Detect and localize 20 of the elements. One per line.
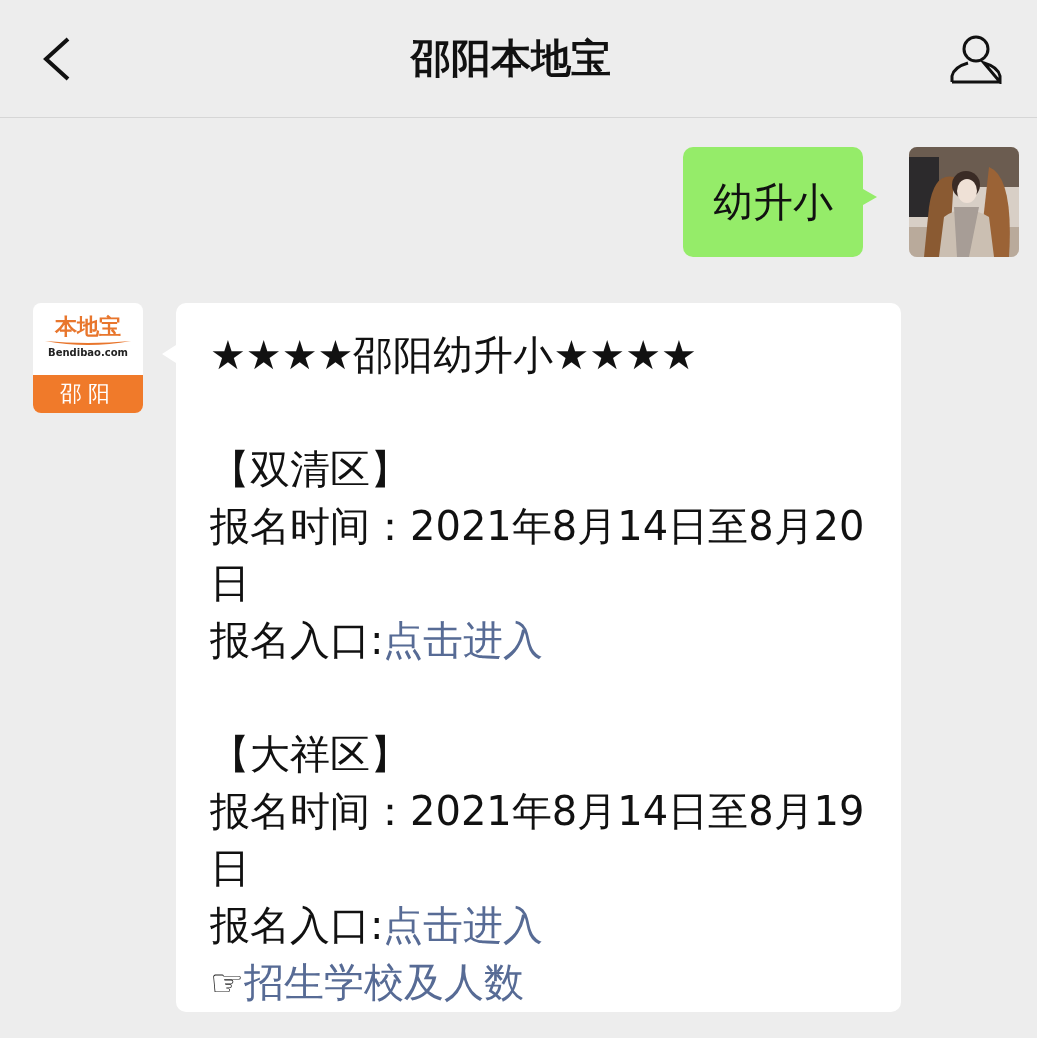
- entry-label: 报名入口:: [210, 617, 384, 663]
- bubble-tail: [863, 189, 877, 205]
- message-text: ★★★★邵阳幼升小★★★★: [210, 331, 698, 380]
- chat-title: 邵阳本地宝: [410, 34, 611, 83]
- entry-link[interactable]: 点击进入: [383, 902, 544, 948]
- info-link[interactable]: 招生学校及人数: [244, 959, 525, 1005]
- pointing-hand-icon: ☞: [210, 961, 245, 1005]
- message-bubble: 幼升小: [683, 147, 863, 257]
- message-text: 报名时间：2021年8月14日至8月20日: [210, 502, 866, 608]
- app-logo[interactable]: 本地宝 Bendibao.com 邵阳: [33, 303, 143, 413]
- logo-text: Bendibao.com: [48, 347, 128, 359]
- entry-label: 报名入口:: [210, 902, 384, 948]
- back-icon[interactable]: [42, 36, 72, 81]
- person-icon[interactable]: [949, 33, 1003, 84]
- message-text: 【双清区】: [210, 445, 411, 494]
- entry-link[interactable]: 点击进入: [383, 617, 544, 663]
- logo-city-label: 邵阳: [33, 375, 143, 413]
- message-text: 【大祥区】: [210, 730, 411, 779]
- message-text: 报名时间：2021年8月14日至8月19日: [210, 787, 866, 893]
- logo-text: 本地宝: [55, 315, 121, 339]
